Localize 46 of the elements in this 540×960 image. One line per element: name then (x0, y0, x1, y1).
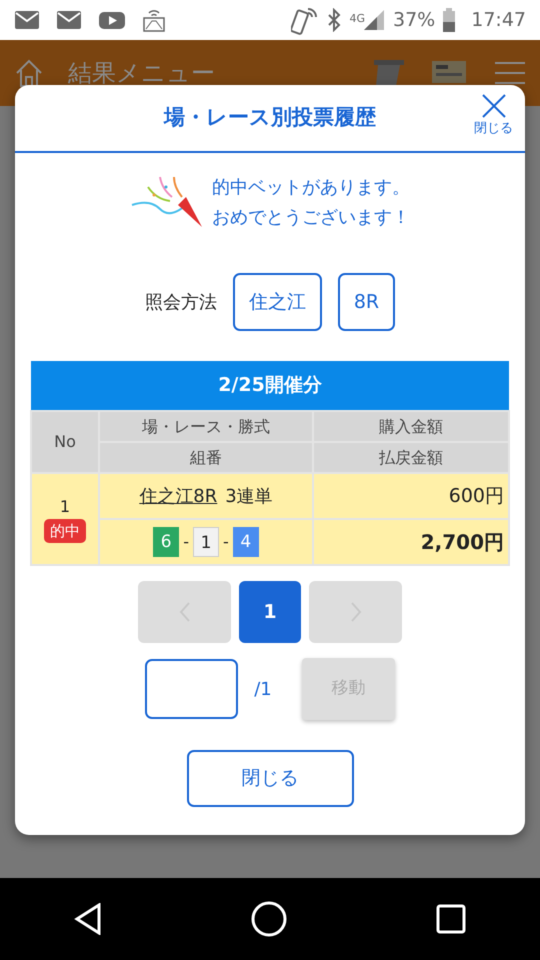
message-text: 的中ベットがあります。 おめでとうございます！ (212, 176, 410, 230)
nfc-phone-icon (291, 5, 320, 35)
table-caption: 2/25開催分 (31, 361, 509, 411)
page-total: /1 (254, 678, 272, 702)
number-tag: 6 (153, 527, 180, 557)
filter-button[interactable]: 住之江 (232, 273, 322, 331)
mail-icon (56, 9, 82, 31)
row-number: 1 (60, 496, 70, 518)
menu-icon[interactable] (494, 60, 526, 86)
dialog-title: 場・レース別投票履歴 (164, 104, 376, 132)
race-link[interactable]: 住之江8R (139, 482, 218, 510)
page-input[interactable] (145, 659, 238, 719)
video-play-icon (98, 9, 126, 31)
number-tag: 1 (193, 527, 219, 557)
signal-icon (363, 9, 385, 31)
home-icon[interactable] (250, 900, 288, 938)
close-button[interactable]: 閉じる (474, 93, 513, 138)
tv-signal-icon (142, 7, 166, 33)
column-header: No (31, 411, 99, 473)
filter-button[interactable]: 8R (338, 273, 396, 331)
recent-apps-icon[interactable] (436, 904, 466, 934)
separator: - (183, 531, 189, 553)
battery-level: 37% (393, 8, 436, 33)
column-header: 払戻金額 (313, 442, 509, 473)
column-header: 購入金額 (313, 411, 509, 442)
bluetooth-icon (327, 8, 342, 32)
number-tag: 4 (232, 527, 259, 557)
bet-type: 3連単 (225, 484, 273, 508)
battery-icon (443, 8, 456, 32)
amount-cell: 600円 (313, 473, 509, 519)
page-button[interactable]: 1 (239, 581, 301, 643)
amount-cell: 2,700円 (313, 519, 509, 565)
hit-tag: 的中 (44, 518, 86, 544)
column-header: 組番 (99, 442, 313, 473)
back-icon[interactable] (74, 903, 102, 935)
query-label: 照会方法 (144, 290, 217, 314)
mail-icon (14, 9, 40, 31)
close-button[interactable]: 閉じる (186, 750, 354, 807)
page-title: 結果メニュー (68, 58, 216, 89)
close-icon (480, 93, 506, 119)
ticket-machine-icon[interactable] (372, 58, 406, 88)
home-icon[interactable] (14, 58, 44, 88)
network-type: 4G (349, 11, 365, 27)
column-header: 場・レース・勝式 (99, 411, 313, 442)
clock: 17:47 (471, 8, 526, 33)
separator: - (223, 531, 229, 553)
